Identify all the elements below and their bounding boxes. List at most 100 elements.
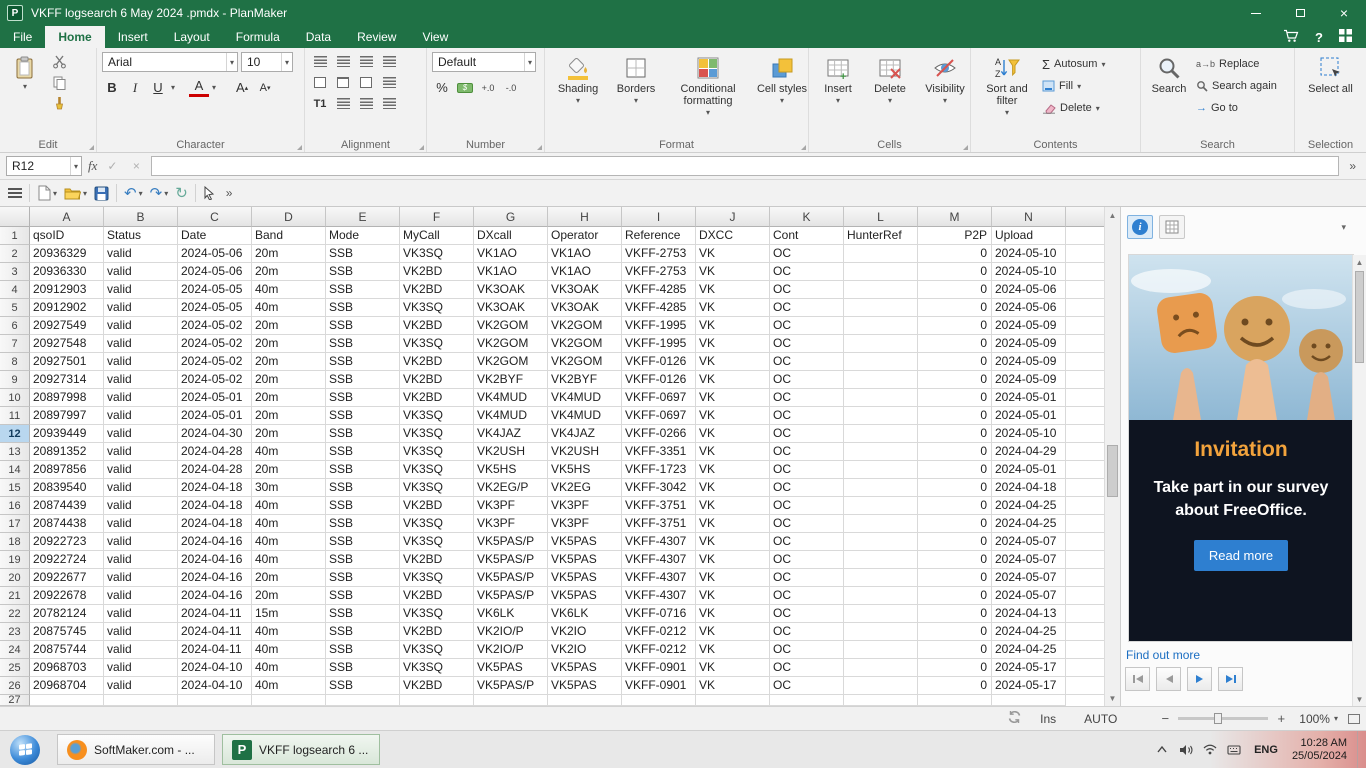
- cell-B4[interactable]: valid: [104, 281, 178, 299]
- cell-N20[interactable]: 2024-05-07: [992, 569, 1066, 587]
- font-name-select[interactable]: Arial▾: [102, 52, 238, 72]
- group-dialog-launcher[interactable]: [537, 145, 542, 150]
- cell-K21[interactable]: OC: [770, 587, 844, 605]
- cell-H4[interactable]: VK3OAK: [548, 281, 622, 299]
- cell-A13[interactable]: 20891352: [30, 443, 104, 461]
- cell-K16[interactable]: OC: [770, 497, 844, 515]
- row-header-21[interactable]: 21: [0, 587, 30, 605]
- cell-I20[interactable]: VKFF-4307: [622, 569, 696, 587]
- clock[interactable]: 10:28 AM 25/05/2024: [1286, 737, 1357, 763]
- row-header-10[interactable]: 10: [0, 389, 30, 407]
- cell-K17[interactable]: OC: [770, 515, 844, 533]
- cell-A3[interactable]: 20936330: [30, 263, 104, 281]
- cell-E8[interactable]: SSB: [326, 353, 400, 371]
- cell-J16[interactable]: VK: [696, 497, 770, 515]
- group-dialog-launcher[interactable]: [419, 145, 424, 150]
- cell-J4[interactable]: VK: [696, 281, 770, 299]
- tab-formula[interactable]: Formula: [223, 26, 293, 48]
- cell-A10[interactable]: 20897998: [30, 389, 104, 407]
- cell-N18[interactable]: 2024-05-07: [992, 533, 1066, 551]
- cell-E12[interactable]: SSB: [326, 425, 400, 443]
- cell-C17[interactable]: 2024-04-18: [178, 515, 252, 533]
- cell-B26[interactable]: valid: [104, 677, 178, 695]
- format-painter-button[interactable]: [49, 94, 69, 113]
- visibility-button[interactable]: Visibility▾: [918, 52, 972, 107]
- cell-I23[interactable]: VKFF-0212: [622, 623, 696, 641]
- cell-F17[interactable]: VK3SQ: [400, 515, 474, 533]
- cell-M22[interactable]: 0: [918, 605, 992, 623]
- number-format-select[interactable]: Default▾: [432, 52, 536, 72]
- start-button[interactable]: [0, 731, 50, 768]
- network-icon[interactable]: [1198, 744, 1222, 755]
- cell-I10[interactable]: VKFF-0697: [622, 389, 696, 407]
- keyboard-icon[interactable]: [1222, 745, 1246, 755]
- cell-A17[interactable]: 20874438: [30, 515, 104, 533]
- borders-button[interactable]: Borders▾: [610, 52, 662, 107]
- cell-E4[interactable]: SSB: [326, 281, 400, 299]
- cell-E18[interactable]: SSB: [326, 533, 400, 551]
- cell-G21[interactable]: VK5PAS/P: [474, 587, 548, 605]
- cell-M15[interactable]: 0: [918, 479, 992, 497]
- cell-F13[interactable]: VK3SQ: [400, 443, 474, 461]
- show-desktop-button[interactable]: [1357, 731, 1362, 768]
- cell-D6[interactable]: 20m: [252, 317, 326, 335]
- scroll-down-icon[interactable]: ▼: [1353, 692, 1366, 706]
- cell-I18[interactable]: VKFF-4307: [622, 533, 696, 551]
- cell-H23[interactable]: VK2IO: [548, 623, 622, 641]
- cell-M10[interactable]: 0: [918, 389, 992, 407]
- cell-J7[interactable]: VK: [696, 335, 770, 353]
- add-decimal-button[interactable]: +.0: [478, 78, 498, 97]
- cell-L1[interactable]: HunterRef: [844, 227, 918, 245]
- repeat-button[interactable]: ↻: [175, 184, 188, 202]
- cell-A18[interactable]: 20922723: [30, 533, 104, 551]
- cell-B18[interactable]: valid: [104, 533, 178, 551]
- cell-C5[interactable]: 2024-05-05: [178, 299, 252, 317]
- cell-I5[interactable]: VKFF-4285: [622, 299, 696, 317]
- cell-N11[interactable]: 2024-05-01: [992, 407, 1066, 425]
- cell-H18[interactable]: VK5PAS: [548, 533, 622, 551]
- cell-M8[interactable]: 0: [918, 353, 992, 371]
- cell-H10[interactable]: VK4MUD: [548, 389, 622, 407]
- cell-F24[interactable]: VK3SQ: [400, 641, 474, 659]
- cell-K19[interactable]: OC: [770, 551, 844, 569]
- cell-B8[interactable]: valid: [104, 353, 178, 371]
- cell-I19[interactable]: VKFF-4307: [622, 551, 696, 569]
- zoom-slider-thumb[interactable]: [1214, 713, 1222, 724]
- cell-E10[interactable]: SSB: [326, 389, 400, 407]
- cell-N17[interactable]: 2024-04-25: [992, 515, 1066, 533]
- cell-K22[interactable]: OC: [770, 605, 844, 623]
- cell-M20[interactable]: 0: [918, 569, 992, 587]
- select-all-button[interactable]: Select all: [1303, 52, 1359, 95]
- new-document-button[interactable]: ▾: [37, 185, 57, 201]
- last-page-button[interactable]: [1218, 667, 1243, 691]
- replace-button[interactable]: a→bReplace: [1196, 54, 1277, 74]
- cell-F20[interactable]: VK3SQ: [400, 569, 474, 587]
- cell-L18[interactable]: [844, 533, 918, 551]
- shrink-font-button[interactable]: A▾: [255, 78, 275, 97]
- cell-J25[interactable]: VK: [696, 659, 770, 677]
- cell-I6[interactable]: VKFF-1995: [622, 317, 696, 335]
- cell-B23[interactable]: valid: [104, 623, 178, 641]
- cell-J15[interactable]: VK: [696, 479, 770, 497]
- group-dialog-launcher[interactable]: [801, 145, 806, 150]
- cell-I1[interactable]: Reference: [622, 227, 696, 245]
- zoom-slider[interactable]: [1178, 717, 1268, 720]
- cell-N24[interactable]: 2024-04-25: [992, 641, 1066, 659]
- row-header-23[interactable]: 23: [0, 623, 30, 641]
- cell-I21[interactable]: VKFF-4307: [622, 587, 696, 605]
- cell-B14[interactable]: valid: [104, 461, 178, 479]
- conditional-formatting-button[interactable]: Conditional formatting▾: [666, 52, 750, 119]
- cell-F26[interactable]: VK2BD: [400, 677, 474, 695]
- cell-K20[interactable]: OC: [770, 569, 844, 587]
- cell-M3[interactable]: 0: [918, 263, 992, 281]
- cell-M6[interactable]: 0: [918, 317, 992, 335]
- group-dialog-launcher[interactable]: [297, 145, 302, 150]
- cell-D15[interactable]: 30m: [252, 479, 326, 497]
- cell-I4[interactable]: VKFF-4285: [622, 281, 696, 299]
- cell-D19[interactable]: 40m: [252, 551, 326, 569]
- cell-J23[interactable]: VK: [696, 623, 770, 641]
- cell-B20[interactable]: valid: [104, 569, 178, 587]
- cell-D23[interactable]: 40m: [252, 623, 326, 641]
- cell-G14[interactable]: VK5HS: [474, 461, 548, 479]
- sync-icon[interactable]: [1007, 710, 1022, 727]
